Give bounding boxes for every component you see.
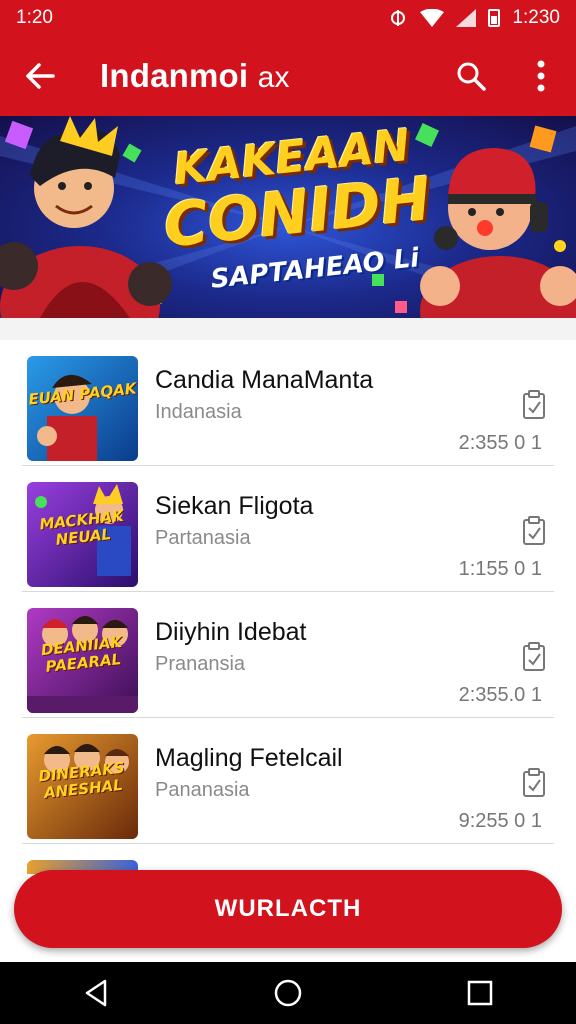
wifi-icon (420, 9, 445, 27)
back-arrow-icon (26, 63, 55, 89)
app-title-main: Indanmoi (100, 57, 249, 94)
battery-icon (488, 9, 501, 27)
game-subtitle: Partanasia (155, 527, 251, 549)
game-count: 2:355 0 1 (458, 432, 542, 454)
status-clock-right: 1:230 (512, 7, 560, 28)
game-count: 1:155 0 1 (458, 558, 542, 580)
section-divider (0, 318, 576, 340)
list-item[interactable]: EUAN PAQAK Candia ManaManta Indanasia 2:… (22, 340, 554, 466)
game-subtitle: Pananasia (155, 779, 250, 801)
game-thumbnail: EUAN PAQAK (27, 356, 138, 461)
clipboard-check-icon[interactable] (520, 768, 548, 798)
game-count: 2:355.0 1 (458, 684, 542, 706)
nav-back-icon (85, 979, 107, 1007)
more-vert-icon (537, 60, 545, 92)
status-bar: 1:20 1:230 (0, 0, 576, 36)
search-button[interactable] (436, 36, 506, 116)
signal-icon (456, 9, 477, 27)
promo-banner[interactable]: KAKEAAN CONIDH SAPTAHEAO Li (0, 116, 576, 318)
list-item[interactable]: DINERAKS ANESHAL Magling Fetelcail Panan… (22, 718, 554, 844)
clipboard-check-icon[interactable] (520, 642, 548, 672)
more-options-button[interactable] (506, 36, 576, 116)
system-nav-bar (0, 962, 576, 1024)
game-thumbnail: DEANIIAK PAEARAL (27, 608, 138, 713)
app-bar: Indanmoi ax (0, 36, 576, 116)
app-title: Indanmoi ax (80, 57, 436, 95)
notification-icon (391, 10, 406, 26)
search-icon (457, 62, 486, 91)
game-title: Magling Fetelcail (155, 744, 343, 772)
nav-recents-button[interactable] (450, 963, 510, 1023)
status-icons: 1:230 (388, 7, 560, 29)
app-title-suffix: ax (257, 61, 290, 94)
status-time: 1:20 (16, 7, 53, 28)
clipboard-check-icon[interactable] (520, 516, 548, 546)
game-list: EUAN PAQAK Candia ManaManta Indanasia 2:… (0, 340, 576, 874)
game-count: 9:255 0 1 (458, 810, 542, 832)
back-button[interactable] (0, 36, 80, 116)
game-subtitle: Indanasia (155, 401, 242, 423)
game-title: Diiyhin Idebat (155, 618, 307, 646)
nav-home-icon (274, 979, 302, 1007)
game-thumbnail: MACKHAK NEUAL (27, 482, 138, 587)
nav-back-button[interactable] (66, 963, 126, 1023)
clipboard-check-icon[interactable] (520, 390, 548, 420)
nav-home-button[interactable] (258, 963, 318, 1023)
thumbnail-art (37, 374, 97, 461)
primary-action-button[interactable]: WURLACTH (14, 870, 562, 948)
game-title: Siekan Fligota (155, 492, 314, 520)
game-thumbnail: DINERAKS ANESHAL (27, 734, 138, 839)
list-item[interactable]: MACKHAK NEUAL Siekan Fligota Partanasia … (22, 466, 554, 592)
list-item[interactable]: DEANIIAK PAEARAL Diiyhin Idebat Pranansi… (22, 592, 554, 718)
game-title: Candia ManaManta (155, 366, 374, 394)
game-subtitle: Pranansia (155, 653, 246, 675)
nav-recents-icon (467, 980, 493, 1006)
